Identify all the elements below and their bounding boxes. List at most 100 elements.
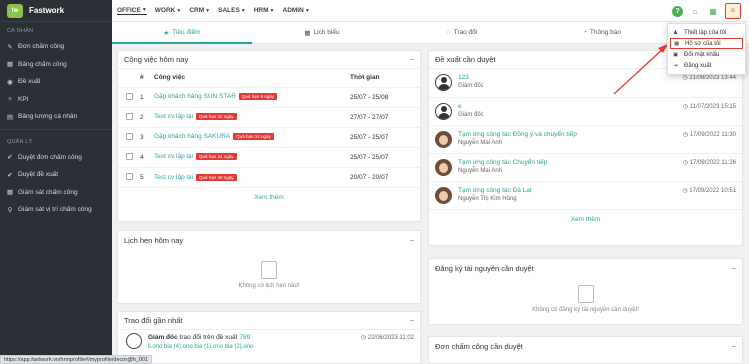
task-link[interactable]: Test cv lặp lại (154, 154, 193, 161)
task-link[interactable]: Gặp khách hàng SUN STAR (154, 94, 236, 101)
table-row: 3 Gặp khách hàng SAKURA Quá hạn 34 ngày 2… (118, 126, 420, 147)
proposal-time-text: 11/07/2023 15:15 (689, 104, 736, 110)
tab-schedule[interactable]: ▦ Lịch biểu (252, 22, 392, 43)
brand[interactable]: fw Fastwork (0, 0, 112, 22)
task-link[interactable]: Test cv lặp lại (154, 174, 193, 181)
user-avatar-button[interactable]: ☺ (725, 3, 741, 19)
sidebar-item-monitor-location[interactable]: ⚲ Giám sát vị trí chấm công (0, 201, 112, 219)
sidebar-item-timesheet[interactable]: ▦ Bảng chấm công (0, 56, 112, 74)
col-no: # (140, 74, 144, 82)
task-time: 25/07 - 25/08 (350, 86, 420, 107)
clock-icon: ◷ (682, 104, 690, 110)
collapse-icon[interactable]: − (731, 264, 736, 273)
panel-title: Công việc hôm nay (124, 55, 189, 64)
discussion-attachments[interactable]: ll.ono bia (4).ono bia (1).ono bia (2).o… (148, 344, 414, 350)
proposal-item[interactable]: Tạm ứng công tác Đồng ý và chuyển tiếp Ng… (429, 125, 742, 153)
menu-work[interactable]: WORK ▼ (155, 7, 182, 14)
row-checkbox[interactable] (126, 152, 133, 160)
discussion-text: trao đổi trên đề xuất (179, 334, 238, 341)
discussion-item[interactable]: Giám đốc trao đổi trên đề xuất 789 ◷ 22/… (118, 330, 420, 350)
proposal-title[interactable]: e (458, 103, 484, 110)
row-checkbox[interactable] (126, 112, 133, 120)
row-no: 4 (140, 146, 154, 167)
menu-item-change-password[interactable]: ▣ Đổi mật khẩu (668, 49, 745, 60)
proposal-item[interactable]: Tạm ứng công tác Đà Lạt Nguyễn Thị Kim Hồ… (429, 181, 742, 209)
see-more-link[interactable]: Xem thêm (429, 209, 742, 229)
tab-label: Thông báo (589, 29, 622, 36)
status-url: https://app.fastwork.vn/hrmprofile#/mypr… (0, 355, 153, 364)
sidebar-item-kpi[interactable]: ✧ KPI (0, 91, 112, 109)
menu-office[interactable]: OFFICE ▼ (117, 7, 147, 15)
collapse-icon[interactable]: − (409, 236, 414, 245)
empty-state: Không có đăng ký tài nguyên cần duyệt! (429, 277, 742, 313)
tab-label: Tiêu điểm (172, 29, 201, 36)
menu-item-my-profile[interactable]: ▦ Hồ sơ của tôi (670, 38, 743, 49)
menu-item-label: Đổi mật khẩu (684, 51, 720, 58)
panel-title: Đăng ký tài nguyên cần duyệt (435, 263, 534, 273)
logout-icon: ⇥ (673, 62, 678, 69)
collapse-icon[interactable]: − (409, 316, 414, 325)
menu-label: ADMIN (282, 7, 304, 14)
menu-item-label: Thiết lập của tôi (684, 29, 727, 36)
proposal-number-link[interactable]: 789 (239, 334, 250, 341)
proposal-title[interactable]: Tạm ứng công tác Đồng ý và chuyển tiếp (458, 131, 577, 138)
top-bar: OFFICE ▼ WORK ▼ CRM ▼ SALES ▼ HRM ▼ ADMIN ▼ ? … (112, 0, 749, 22)
recent-discussion-panel: Trao đổi gần nhất − Giám đốc trao đổi tr… (117, 311, 421, 364)
task-link[interactable]: Gặp khách hàng SAKURA (154, 134, 230, 141)
menu-admin[interactable]: ADMIN ▼ (283, 7, 310, 14)
table-row: 2 Test cv lặp lại Quá hạn 32 ngày 27/07 -… (118, 106, 420, 127)
table-row: 5 Test cv lặp lại Quá hạn 39 ngày 20/07 -… (118, 166, 420, 187)
proposal-requester: Nguyễn Mai Anh (458, 168, 503, 174)
help-icon[interactable]: ? (672, 5, 683, 17)
user-photo (435, 187, 452, 204)
col-time: Thời gian (350, 74, 380, 82)
clock-icon: ◷ (682, 160, 690, 166)
resources-panel: Đăng ký tài nguyên cần duyệt − Không có … (428, 258, 743, 325)
home-icon[interactable]: ⌂ (689, 5, 701, 17)
proposal-time: ◷ 17/09/2022 11:26 (683, 159, 736, 166)
row-checkbox[interactable] (126, 92, 133, 100)
sidebar-item-monitor-timesheet[interactable]: ▦ Giám sát chấm công (0, 184, 112, 202)
divider (0, 128, 112, 130)
row-no: 2 (140, 106, 154, 127)
sidebar-item-label: Bảng chấm công (18, 60, 67, 68)
collapse-icon[interactable]: − (409, 55, 414, 64)
menu-label: WORK (154, 7, 176, 14)
timesheets-panel: Đơn chấm công cần duyệt − (428, 336, 743, 364)
row-checkbox[interactable] (126, 172, 133, 180)
menu-item-my-settings[interactable]: ♟ Thiết lập của tôi (668, 27, 745, 38)
proposal-title[interactable]: Tạm ứng công tác Chuyển tiếp (458, 159, 547, 166)
task-link[interactable]: Test cv lặp lại (154, 114, 193, 121)
proposal-item[interactable]: e Giám đốc ◷ 11/07/2023 15:15 (429, 97, 742, 125)
sidebar-item-proposal[interactable]: ◉ Đề xuất (0, 73, 112, 91)
menu-item-logout[interactable]: ⇥ Đăng xuất (668, 60, 745, 71)
see-more-link[interactable]: Xem thêm (118, 187, 420, 207)
discussion-time: ◷ 22/06/2023 11:02 (361, 334, 414, 341)
proposal-requester: Nguyễn Thị Kim Hồng (458, 196, 517, 202)
caret-down-icon: ▼ (176, 7, 182, 14)
tab-focus[interactable]: ★ Tiêu điểm (112, 22, 252, 44)
sidebar-item-timesheet-request[interactable]: ✎ Đơn chấm công (0, 38, 112, 56)
calendar-icon: ▦ (6, 189, 14, 197)
menu-sales[interactable]: SALES ▼ (218, 7, 246, 14)
panel-title: Trao đổi gần nhất (124, 316, 183, 325)
clock-icon: ◷ (360, 335, 368, 341)
proposal-title[interactable]: Tạm ứng công tác Đà Lạt (458, 187, 532, 194)
menu-label: SALES (218, 7, 240, 14)
menu-crm[interactable]: CRM ▼ (189, 7, 210, 14)
user-avatar-icon (435, 103, 452, 120)
row-checkbox[interactable] (126, 132, 133, 140)
tab-discussion[interactable]: ◌ Trao đổi (392, 22, 532, 43)
payroll-icon: ▤ (6, 113, 14, 121)
menu-hrm[interactable]: HRM ▼ (254, 7, 275, 14)
apps-grid-icon[interactable]: ▦ (707, 5, 719, 17)
proposal-item[interactable]: Tạm ứng công tác Chuyển tiếp Nguyễn Mai A… (429, 153, 742, 181)
collapse-icon[interactable]: − (731, 342, 736, 351)
sidebar-item-approve-timesheet[interactable]: ✔ Duyệt đơn chấm công (0, 149, 112, 167)
proposal-title[interactable]: 123 (458, 74, 484, 81)
sidebar-item-approve-proposal[interactable]: ✔ Duyệt đề xuất (0, 166, 112, 184)
tasks-table: # Công việc Thời gian 1 Gặp khách hàng S… (118, 69, 420, 187)
tab-label: Lịch biểu (313, 29, 340, 36)
sidebar-item-payroll[interactable]: ▤ Bảng lương cá nhân (0, 108, 112, 126)
user-photo (435, 159, 452, 176)
